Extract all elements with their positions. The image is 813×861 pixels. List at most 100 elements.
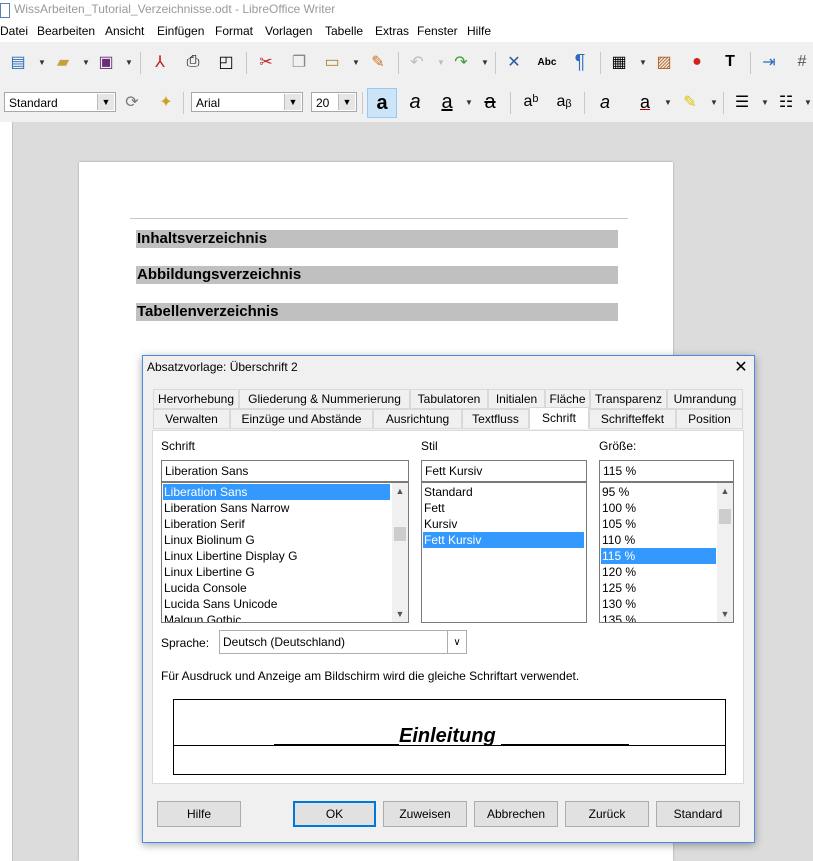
heading-abbildungsverzeichnis[interactable]: Abbildungsverzeichnis — [136, 266, 618, 284]
tab-initialen[interactable]: Initialen — [488, 389, 545, 409]
scroll-thumb[interactable] — [719, 509, 731, 524]
list-item[interactable]: Lucida Console — [163, 580, 247, 596]
style-field[interactable]: Fett Kursiv — [421, 460, 587, 482]
font-color-icon[interactable]: a — [633, 90, 657, 114]
menu-bearbeiten[interactable]: Bearbeiten — [37, 24, 95, 38]
update-style-icon[interactable]: ⟳ — [120, 90, 144, 114]
underline-icon[interactable]: a — [435, 90, 459, 114]
list-item[interactable]: Fett — [423, 500, 445, 516]
insert-field-icon[interactable]: # — [790, 50, 813, 74]
tab-textfluss[interactable]: Textfluss — [462, 409, 529, 429]
paste-icon[interactable]: ▭ — [320, 50, 344, 74]
copy-icon[interactable]: ❐ — [287, 50, 311, 74]
size-field[interactable]: 115 % — [599, 460, 734, 482]
redo-dropdown-icon[interactable]: ▼ — [481, 58, 489, 67]
find-replace-icon[interactable]: ✕ — [502, 50, 526, 74]
tab-position[interactable]: Position — [676, 409, 743, 429]
list-item[interactable]: Malgun Gothic — [163, 612, 241, 622]
back-button[interactable]: Zurück — [565, 801, 649, 827]
chevron-down-icon[interactable]: ▼ — [338, 94, 355, 110]
list-item[interactable]: 95 % — [601, 484, 629, 500]
font-name-field[interactable]: Liberation Sans — [161, 460, 409, 482]
scroll-thumb[interactable] — [394, 527, 406, 541]
ok-button[interactable]: OK — [293, 801, 376, 827]
tab-schrifteffekt[interactable]: Schrifteffekt — [589, 409, 676, 429]
list-item[interactable]: 105 % — [601, 516, 636, 532]
style-listbox[interactable]: Standard Fett Kursiv Fett Kursiv — [421, 482, 587, 623]
chevron-down-icon[interactable]: ▼ — [284, 94, 301, 110]
new-style-icon[interactable]: ✦ — [154, 90, 178, 114]
undo-icon[interactable]: ↶ — [405, 50, 429, 74]
list-item[interactable]: Kursiv — [423, 516, 457, 532]
font-color-dropdown-icon[interactable]: ▼ — [664, 98, 672, 107]
help-button[interactable]: Hilfe — [157, 801, 241, 827]
menu-datei[interactable]: Datei — [0, 24, 28, 38]
clear-formatting-icon[interactable]: a — [593, 90, 617, 114]
insert-textbox-icon[interactable]: T — [718, 50, 742, 74]
close-icon[interactable]: ✕ — [731, 357, 751, 377]
heading-tabellenverzeichnis[interactable]: Tabellenverzeichnis — [136, 303, 618, 321]
unordered-list-icon[interactable]: ☰ — [730, 90, 754, 114]
new-document-icon[interactable]: ▤ — [6, 50, 30, 74]
list-item[interactable]: Lucida Sans Unicode — [163, 596, 277, 612]
subscript-icon[interactable]: aᵦ — [552, 90, 576, 114]
scroll-down-icon[interactable]: ▼ — [392, 606, 408, 622]
list-item[interactable]: Linux Libertine Display G — [163, 548, 297, 564]
save-dropdown-icon[interactable]: ▼ — [125, 58, 133, 67]
redo-icon[interactable]: ↷ — [449, 50, 473, 74]
tab-hervorhebung[interactable]: Hervorhebung — [153, 389, 239, 409]
insert-table-icon[interactable]: ▦ — [607, 50, 631, 74]
list-item[interactable]: Linux Libertine G — [163, 564, 255, 580]
size-listbox[interactable]: 95 % 100 % 105 % 110 % 115 % 120 % 125 %… — [599, 482, 734, 623]
scroll-up-icon[interactable]: ▲ — [392, 483, 408, 499]
insert-image-icon[interactable]: ▨ — [652, 50, 676, 74]
highlight-dropdown-icon[interactable]: ▼ — [710, 98, 718, 107]
tab-einzuege[interactable]: Einzüge und Abstände — [230, 409, 373, 429]
undo-dropdown-icon[interactable]: ▼ — [437, 58, 445, 67]
ordered-list-icon[interactable]: ☷ — [774, 90, 798, 114]
export-pdf-icon[interactable]: ⅄ — [148, 50, 172, 74]
menu-tabelle[interactable]: Tabelle — [325, 24, 363, 38]
language-select[interactable]: Deutsch (Deutschland) ∨ — [219, 630, 467, 654]
menu-einfuegen[interactable]: Einfügen — [157, 24, 204, 38]
list-item[interactable]: Linux Biolinum G — [163, 532, 255, 548]
menu-format[interactable]: Format — [215, 24, 253, 38]
strikethrough-icon[interactable]: a — [478, 90, 502, 114]
paste-dropdown-icon[interactable]: ▼ — [352, 58, 360, 67]
save-icon[interactable]: ▣ — [94, 50, 118, 74]
italic-icon[interactable]: a — [403, 90, 427, 114]
underline-dropdown-icon[interactable]: ▼ — [465, 98, 473, 107]
insert-pagebreak-icon[interactable]: ⇥ — [757, 50, 781, 74]
clone-formatting-icon[interactable]: ✎ — [366, 50, 390, 74]
menu-hilfe[interactable]: Hilfe — [467, 24, 491, 38]
open-folder-icon[interactable]: ▰ — [51, 50, 75, 74]
standard-button[interactable]: Standard — [656, 801, 740, 827]
menu-ansicht[interactable]: Ansicht — [105, 24, 144, 38]
list-item[interactable]: 130 % — [601, 596, 636, 612]
paragraph-style-combo[interactable]: Standard ▼ — [4, 92, 116, 112]
scroll-up-icon[interactable]: ▲ — [717, 483, 733, 499]
tab-transparenz[interactable]: Transparenz — [590, 389, 667, 409]
superscript-icon[interactable]: aᵇ — [519, 90, 543, 114]
tab-umrandung[interactable]: Umrandung — [667, 389, 743, 409]
insert-chart-icon[interactable]: ● — [685, 50, 709, 74]
highlight-color-icon[interactable]: ✎ — [678, 90, 702, 114]
list-item[interactable]: Liberation Serif — [163, 516, 245, 532]
list-item[interactable]: Liberation Sans — [163, 484, 390, 500]
font-scrollbar[interactable]: ▲ ▼ — [392, 483, 408, 622]
new-dropdown-icon[interactable]: ▼ — [38, 58, 46, 67]
heading-inhaltsverzeichnis[interactable]: Inhaltsverzeichnis — [136, 230, 618, 248]
list-item[interactable]: 100 % — [601, 500, 636, 516]
chevron-down-icon[interactable]: ▼ — [97, 94, 114, 110]
tab-gliederung[interactable]: Gliederung & Nummerierung — [239, 389, 410, 409]
menu-fenster[interactable]: Fenster — [417, 24, 458, 38]
list-item[interactable]: 125 % — [601, 580, 636, 596]
spellcheck-icon[interactable]: Abc — [535, 50, 559, 74]
formatting-marks-icon[interactable]: ¶ — [568, 50, 592, 74]
font-listbox[interactable]: Liberation Sans Liberation Sans Narrow L… — [161, 482, 409, 623]
print-icon[interactable]: ⎙ — [181, 50, 205, 74]
list-item[interactable]: Fett Kursiv — [423, 532, 584, 548]
apply-button[interactable]: Zuweisen — [383, 801, 467, 827]
font-size-combo[interactable]: 20 ▼ — [311, 92, 357, 112]
tab-ausrichtung[interactable]: Ausrichtung — [373, 409, 462, 429]
